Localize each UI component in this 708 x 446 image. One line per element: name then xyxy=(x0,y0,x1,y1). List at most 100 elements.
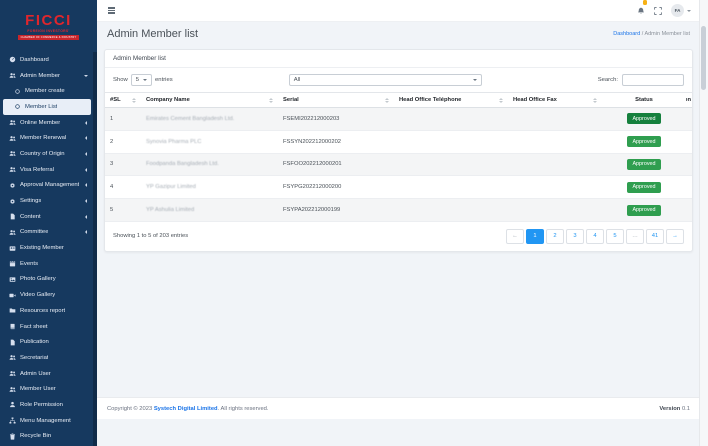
sidebar-item-label: Member create xyxy=(25,88,65,94)
page-1-button[interactable]: 1 xyxy=(526,229,544,244)
chevron-left-icon xyxy=(83,168,87,172)
chevron-down-icon xyxy=(687,10,691,14)
page-41-button[interactable]: 41 xyxy=(646,229,664,244)
entries-select[interactable]: 5 xyxy=(131,74,152,86)
sidebar-item-role-permission[interactable]: Role Permission xyxy=(0,397,93,413)
sidebar-item-label: Committee xyxy=(20,229,48,235)
sidebar-item-member-create[interactable]: Member create xyxy=(0,83,93,99)
sidebar-item-existing-member[interactable]: Existing Member xyxy=(0,240,93,256)
column-header-sl[interactable]: #SL xyxy=(105,93,141,108)
search-input[interactable] xyxy=(622,74,684,86)
column-header-company-name[interactable]: Company Name xyxy=(141,93,278,108)
status-badge[interactable]: Approved xyxy=(627,136,660,147)
prev-page-button[interactable]: ← xyxy=(506,229,524,244)
window-scrollbar[interactable] xyxy=(699,0,708,446)
top-navbar: FA xyxy=(97,0,700,22)
sidebar-item-secretariat[interactable]: Secretariat xyxy=(0,350,93,366)
table-info: Showing 1 to 5 of 203 entries xyxy=(113,233,188,239)
sidebar-item-member-user[interactable]: Member User xyxy=(0,381,93,397)
cell-fax xyxy=(508,108,602,131)
next-page-button[interactable]: → xyxy=(666,229,684,244)
window-scrollbar-thumb[interactable] xyxy=(701,26,706,90)
calendar-icon xyxy=(8,260,16,268)
filter-select[interactable]: All xyxy=(289,74,482,86)
sidebar-item-photo-gallery[interactable]: Photo Gallery xyxy=(0,272,93,288)
sidebar-item-settings[interactable]: Settings xyxy=(0,193,93,209)
id-card-icon xyxy=(8,244,16,252)
sidebar-item-recycle-bin[interactable]: Recycle Bin xyxy=(0,429,93,445)
breadcrumb-current: Admin Member list xyxy=(644,31,690,37)
sidebar-item-country-of-origin[interactable]: Country of Origin xyxy=(0,146,93,162)
sidebar-item-label: Admin Member xyxy=(20,73,60,79)
sidebar-item-resources-report[interactable]: Resources report xyxy=(0,303,93,319)
column-header-head-office-tel-phone[interactable]: Head Office Teléphone xyxy=(394,93,508,108)
page-4-button[interactable]: 4 xyxy=(586,229,604,244)
column-header-label: Head Office Fax xyxy=(513,97,557,103)
notifications-button[interactable] xyxy=(637,2,645,20)
cell-option: Download certificateShow xyxy=(686,176,692,199)
sidebar-item-online-member[interactable]: Online Member xyxy=(0,115,93,131)
sidebar-item-publication[interactable]: Publication xyxy=(0,334,93,350)
cell-telephone xyxy=(394,130,508,153)
column-header-head-office-fax[interactable]: Head Office Fax xyxy=(508,93,602,108)
status-badge[interactable]: Approved xyxy=(627,205,660,216)
users-icon xyxy=(8,228,16,236)
sidebar-item-events[interactable]: Events xyxy=(0,256,93,272)
page-5-button[interactable]: 5 xyxy=(606,229,624,244)
sidebar-item-label: Menu Management xyxy=(20,418,71,424)
status-badge[interactable]: Approved xyxy=(627,182,660,193)
sidebar-item-menu-management[interactable]: Menu Management xyxy=(0,413,93,429)
table-row: 5YP Ashulia LimitedFSYPA202212000199Appr… xyxy=(105,199,692,222)
sidebar-item-approval-management[interactable]: Approval Management xyxy=(0,178,93,194)
sidebar-item-label: Publication xyxy=(20,339,49,345)
table-row: 4YP Gazipur LimitedFSYPG202212000200Appr… xyxy=(105,176,692,199)
cell-company: YP Gazipur Limited xyxy=(141,176,278,199)
sidebar-item-admin-user[interactable]: Admin User xyxy=(0,366,93,382)
cell-fax xyxy=(508,199,602,222)
sidebar-item-label: Secretariat xyxy=(20,355,48,361)
users-icon xyxy=(8,354,16,362)
sidebar-item-visa-referral[interactable]: Visa Referral xyxy=(0,162,93,178)
page-title: Admin Member list xyxy=(107,28,198,40)
sidebar-item-video-gallery[interactable]: Video Gallery xyxy=(0,287,93,303)
user-menu-button[interactable]: FA xyxy=(671,4,691,17)
cell-option: Download certificateShow xyxy=(686,199,692,222)
column-header-label: Head Office Teléphone xyxy=(399,97,461,103)
sidebar-toggle-button[interactable] xyxy=(106,5,117,15)
sort-icon xyxy=(132,98,136,103)
sidebar-item-content[interactable]: Content xyxy=(0,209,93,225)
status-badge[interactable]: Approved xyxy=(627,113,660,124)
logo-tagline: CHAMBER OF COMMERCE & INDUSTRY xyxy=(18,35,80,40)
sidebar-item-committee[interactable]: Committee xyxy=(0,225,93,241)
sidebar-item-member-list[interactable]: Member List xyxy=(3,99,91,115)
cell-telephone xyxy=(394,199,508,222)
column-header-serial[interactable]: Serial xyxy=(278,93,394,108)
file-icon xyxy=(8,338,16,346)
sidebar-item-label: Member User xyxy=(20,386,56,392)
fullscreen-button[interactable] xyxy=(654,2,662,20)
entries-label: entries xyxy=(155,77,173,83)
breadcrumb-separator: / xyxy=(642,31,644,37)
sidebar-scrollbar[interactable] xyxy=(93,52,97,446)
page-2-button[interactable]: 2 xyxy=(546,229,564,244)
sidebar-item-dashboard[interactable]: Dashboard xyxy=(0,52,93,68)
breadcrumb-dashboard-link[interactable]: Dashboard xyxy=(613,31,640,37)
app-logo[interactable]: FICCI FOREIGN INVESTORS' CHAMBER OF COMM… xyxy=(0,0,97,52)
page-3-button[interactable]: 3 xyxy=(566,229,584,244)
column-header-label: Serial xyxy=(283,97,299,103)
cell-fax xyxy=(508,153,602,176)
sidebar-item-label: Recycle Bin xyxy=(20,433,51,439)
notification-badge xyxy=(643,0,648,5)
users-icon xyxy=(8,166,16,174)
sidebar-item-fact-sheet[interactable]: Fact sheet xyxy=(0,319,93,335)
entries-select-value: 5 xyxy=(136,77,139,83)
status-badge[interactable]: Approved xyxy=(627,159,660,170)
sidebar-item-admin-member[interactable]: Admin Member xyxy=(0,68,93,84)
sidebar-item-member-renewal[interactable]: Member Renewal xyxy=(0,130,93,146)
cell-serial: FSYPA202212000199 xyxy=(278,199,394,222)
company-name-redacted: YP Ashulia Limited xyxy=(146,207,194,213)
sidebar-item-label: Member Renewal xyxy=(20,135,66,141)
sidebar-item-label: Admin User xyxy=(20,371,51,377)
company-link[interactable]: Systech Digital Limited xyxy=(154,406,218,412)
users-icon xyxy=(8,134,16,142)
